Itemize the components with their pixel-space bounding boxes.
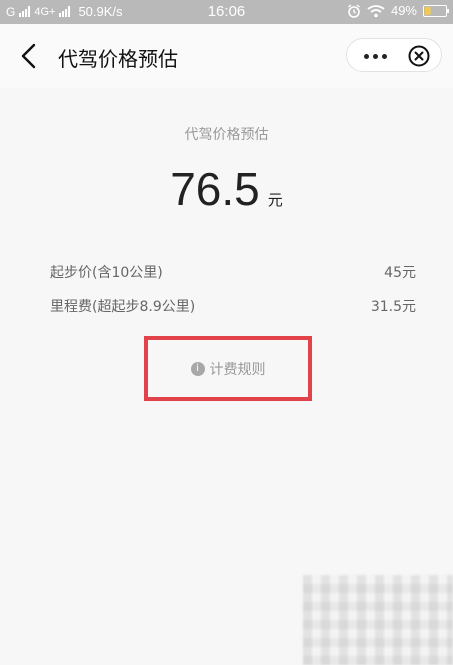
alarm-icon xyxy=(348,3,360,18)
breakdown-row-base: 起步价(含10公里) 45元 xyxy=(50,262,416,282)
billing-rules-inner[interactable]: i 计费规则 xyxy=(148,340,308,397)
nav-bar: 代驾价格预估 xyxy=(0,24,453,88)
battery-percent: 49% xyxy=(390,3,417,18)
billing-rules-label: 计费规则 xyxy=(209,361,266,378)
breakdown-row-mileage: 里程费(超起步8.9公里) 31.5元 xyxy=(50,296,416,316)
estimate-content: 代驾价格预估 76.5 元 起步价(含10公里) 45元 里程费(超起步8.9公里… xyxy=(0,88,453,665)
status-bar: G 4G+ 50.9K/s 16:06 49% xyxy=(0,0,453,24)
price-unit: 元 xyxy=(267,191,283,209)
status-right: 49% xyxy=(347,3,449,18)
info-icon: i xyxy=(190,361,205,376)
more-button[interactable] xyxy=(347,39,403,73)
battery-icon xyxy=(423,4,449,17)
price-value: 76.5 xyxy=(170,163,260,215)
page-title: 代驾价格预估 xyxy=(58,47,178,71)
breakdown-label: 里程费(超起步8.9公里) xyxy=(50,299,196,315)
wifi-icon xyxy=(367,4,385,17)
price-display: 76.5 元 xyxy=(0,162,453,216)
estimate-label: 代驾价格预估 xyxy=(184,127,269,143)
dot-icon xyxy=(381,53,387,59)
breakdown-value: 45元 xyxy=(384,265,416,281)
dot-icon xyxy=(363,53,369,59)
close-circle-icon[interactable] xyxy=(407,44,431,68)
dot-icon xyxy=(372,53,378,59)
billing-rules-link[interactable]: i 计费规则 xyxy=(144,336,312,401)
blurred-watermark xyxy=(303,575,453,665)
breakdown-label: 起步价(含10公里) xyxy=(50,265,163,281)
back-arrow-icon[interactable] xyxy=(18,42,42,70)
breakdown-value: 31.5元 xyxy=(370,299,416,315)
mini-program-capsule xyxy=(346,38,442,72)
